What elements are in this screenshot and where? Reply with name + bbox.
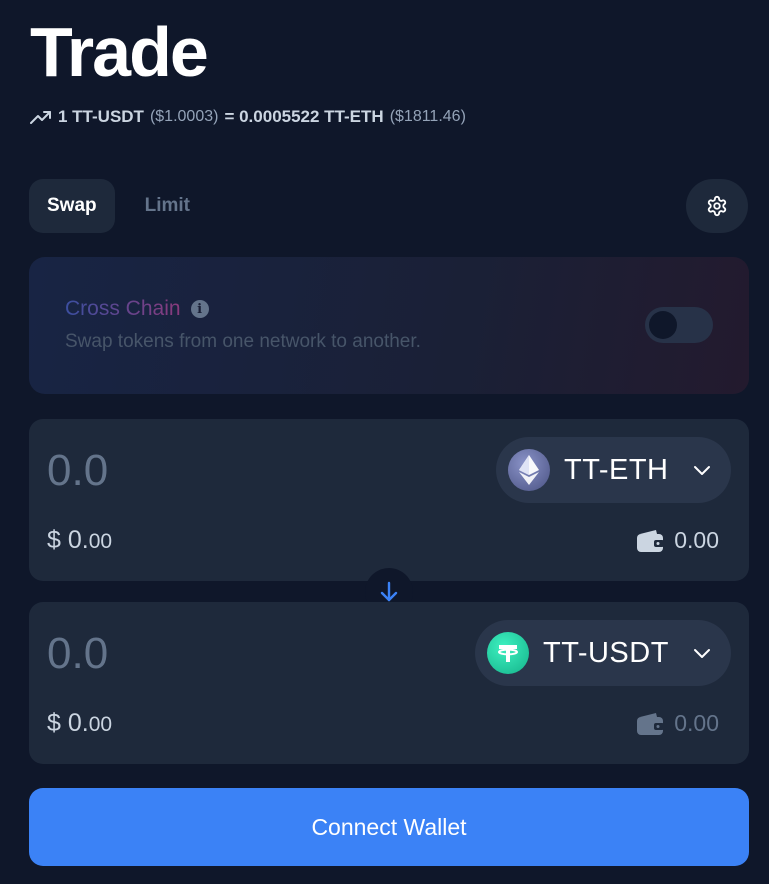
to-token-panel: TT-USDT $ 0.00 0.00: [29, 602, 749, 764]
chevron-down-icon: [694, 649, 710, 658]
cross-chain-description: Swap tokens from one network to another.: [65, 331, 421, 352]
connect-wallet-button[interactable]: Connect Wallet: [29, 788, 749, 866]
cross-chain-panel: Cross Chain i Swap tokens from one netwo…: [29, 257, 749, 394]
to-usd-cents: 00: [88, 713, 113, 736]
trade-page: Trade 1 TT-USDT ($1.0003) = 0.0005522 TT…: [0, 0, 769, 884]
wallet-icon: [637, 529, 665, 552]
rate-base: 1 TT-USDT: [58, 107, 144, 126]
to-usd-value: $ 0. 00: [47, 709, 112, 738]
from-balance-value: 0.00: [674, 527, 719, 553]
to-usd-dollars: $ 0.: [47, 709, 89, 737]
cross-chain-title: Cross Chain: [65, 297, 181, 320]
from-token-selector[interactable]: TT-ETH: [496, 437, 731, 503]
from-usd-value: $ 0. 00: [47, 526, 112, 555]
from-usd-dollars: $ 0.: [47, 526, 89, 554]
cross-chain-heading: Cross Chain i: [65, 297, 209, 321]
tab-swap[interactable]: Swap: [29, 179, 115, 233]
settings-button[interactable]: [686, 179, 748, 233]
trade-tabs: Swap Limit: [29, 179, 208, 233]
to-token-selector[interactable]: TT-USDT: [475, 620, 731, 686]
arrow-down-icon: [380, 581, 398, 602]
rate-quote: = 0.0005522 TT-ETH: [224, 107, 384, 126]
eth-token-icon: [508, 449, 550, 491]
info-icon[interactable]: i: [190, 300, 209, 318]
to-balance-value: 0.00: [674, 710, 719, 736]
rate-quote-usd: ($1811.46): [389, 108, 466, 125]
to-token-name: TT-USDT: [543, 636, 669, 669]
from-usd-cents: 00: [88, 530, 113, 553]
chevron-down-icon: [694, 466, 710, 475]
wallet-icon: [637, 712, 665, 735]
to-amount-input[interactable]: [47, 626, 347, 682]
cross-chain-toggle[interactable]: [645, 307, 713, 343]
toggle-knob: [649, 311, 677, 339]
exchange-rate: 1 TT-USDT ($1.0003) = 0.0005522 TT-ETH (…: [30, 104, 466, 130]
rate-base-usd: ($1.0003): [149, 108, 219, 125]
gear-icon: [707, 195, 727, 217]
from-token-panel: TT-ETH $ 0.00 0.00: [29, 419, 749, 581]
from-amount-input[interactable]: [47, 443, 347, 499]
tab-limit[interactable]: Limit: [127, 179, 208, 233]
from-token-name: TT-ETH: [564, 453, 669, 486]
to-balance: 0.00: [636, 710, 719, 737]
from-balance: 0.00: [636, 527, 719, 554]
trending-up-icon: [30, 111, 51, 124]
usdt-token-icon: [487, 632, 529, 674]
page-title: Trade: [30, 13, 209, 91]
